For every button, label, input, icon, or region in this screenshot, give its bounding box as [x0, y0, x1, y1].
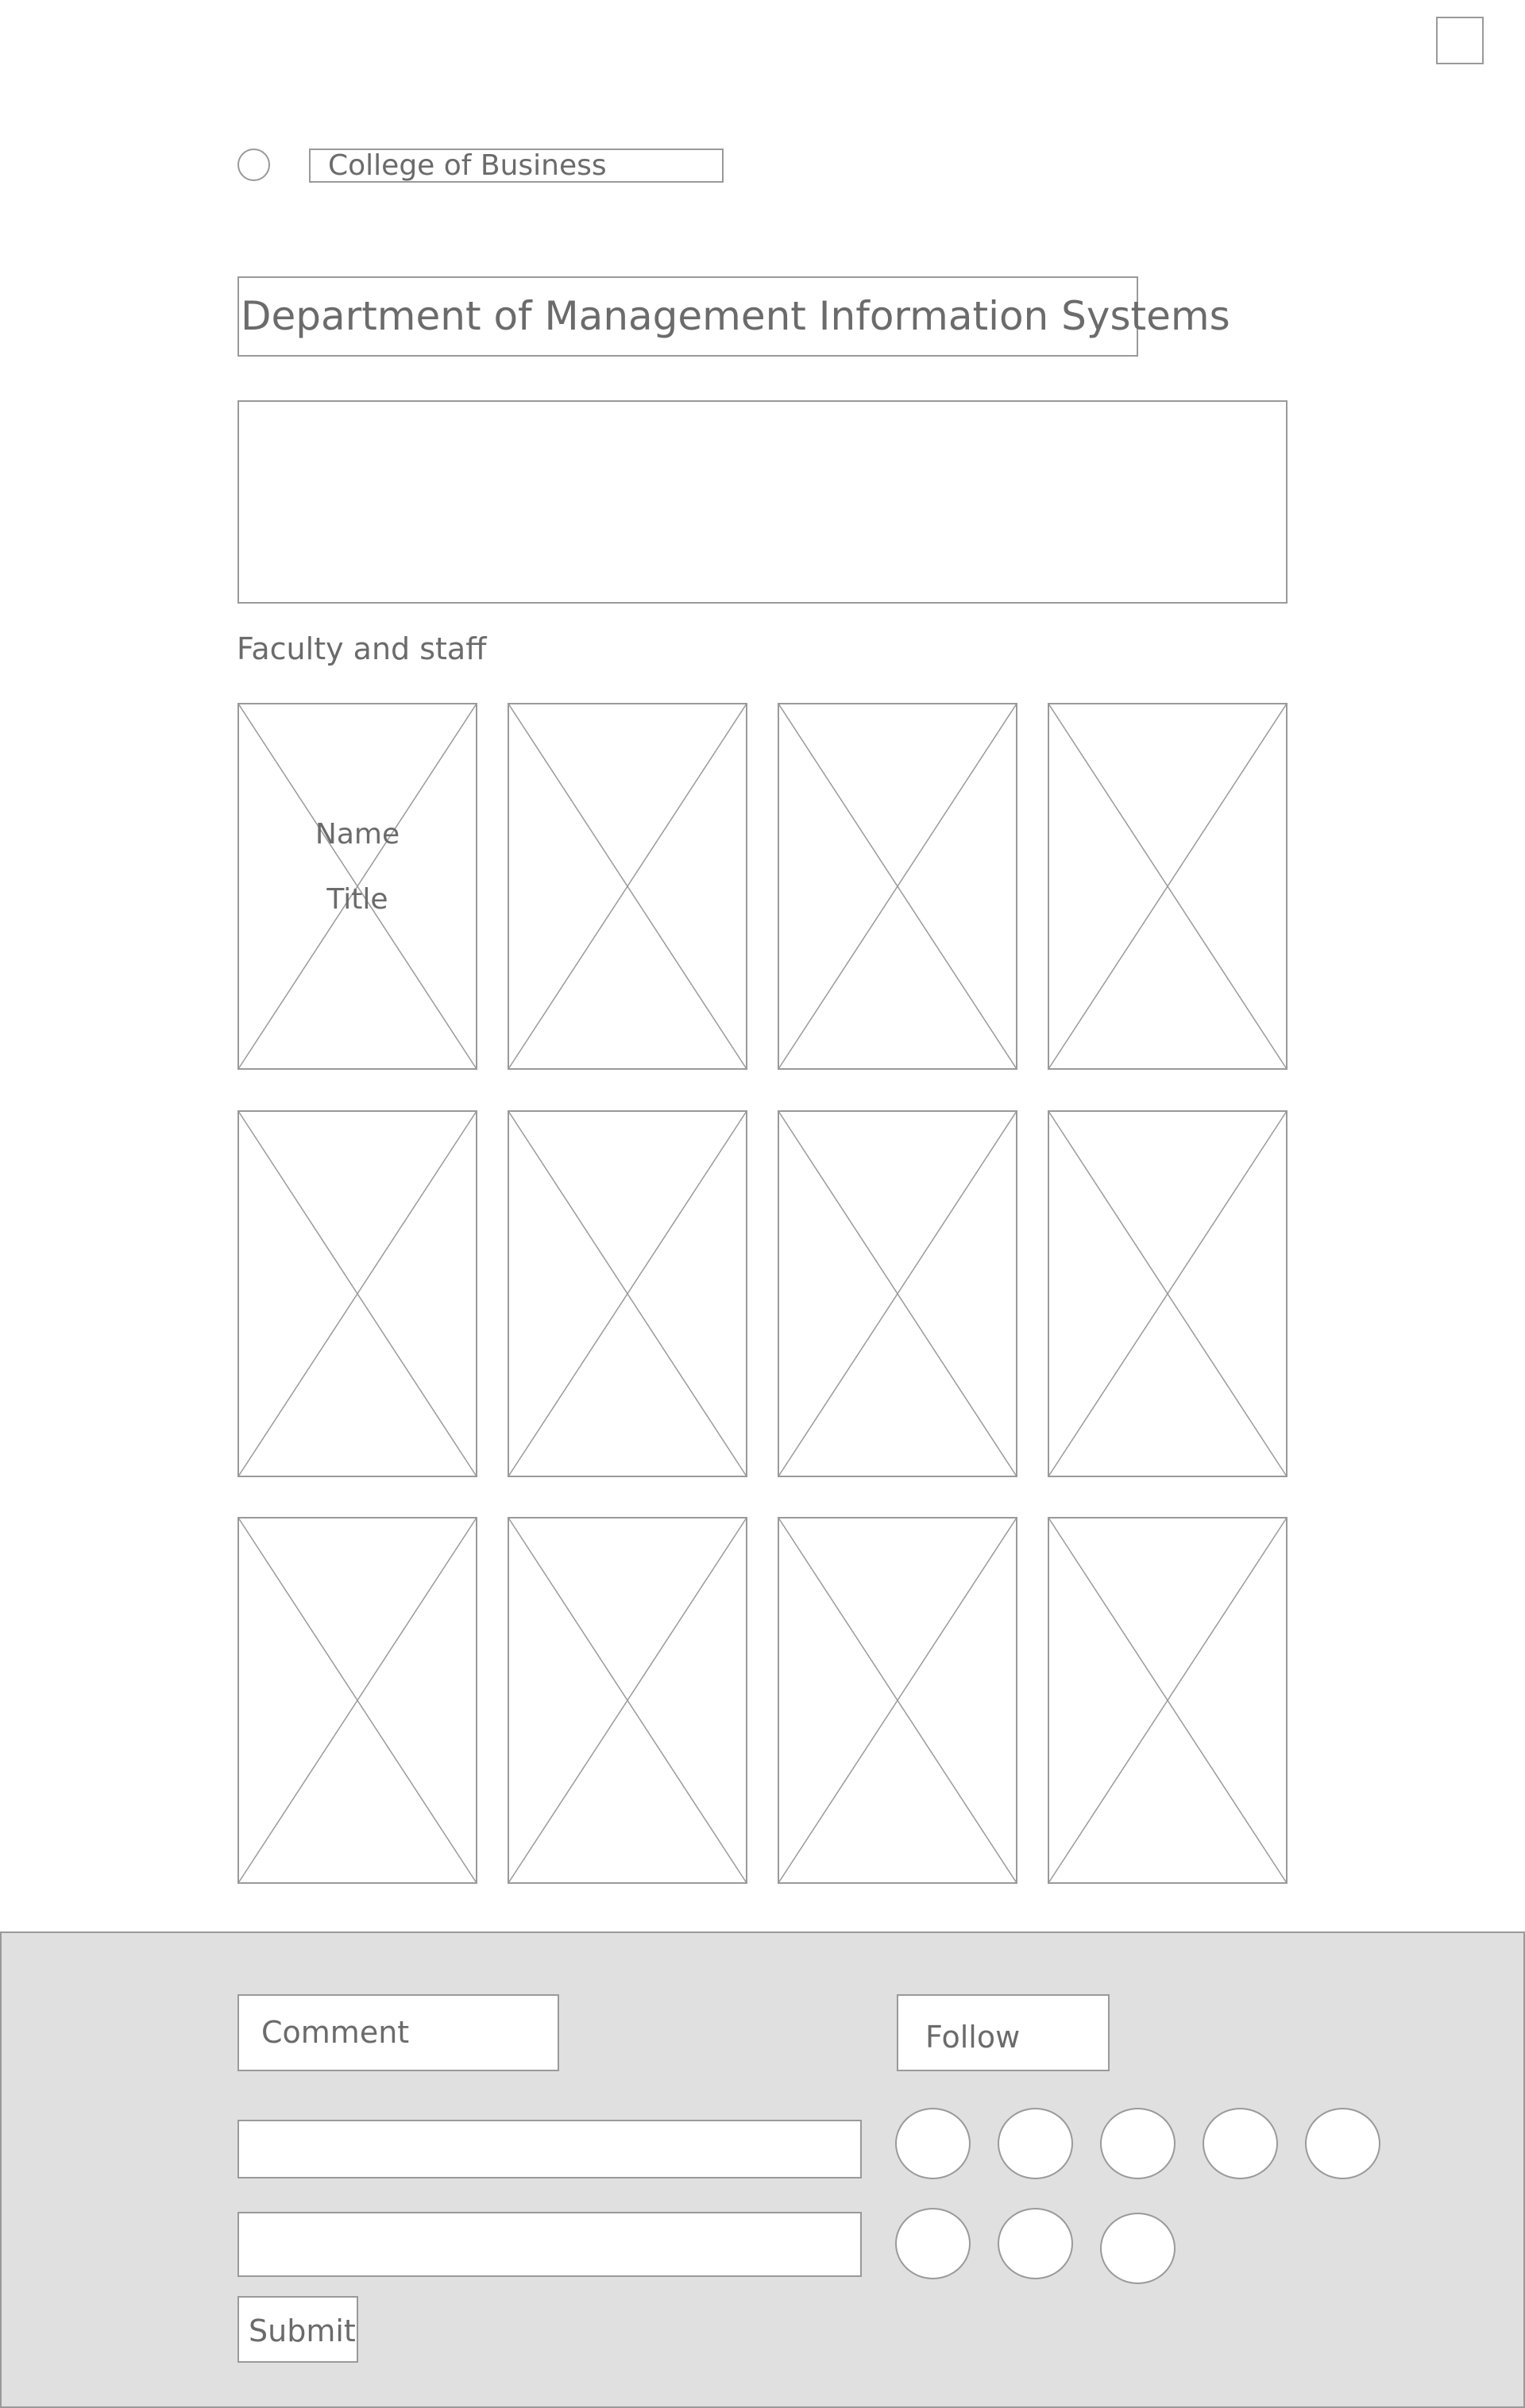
image-placeholder-icon — [778, 1517, 1017, 1884]
comment-text-field[interactable] — [237, 2212, 862, 2277]
faculty-card[interactable] — [1048, 703, 1288, 1070]
image-placeholder-icon — [508, 1110, 747, 1477]
social-icon-5[interactable] — [1305, 2108, 1380, 2179]
logo-icon — [237, 149, 270, 181]
faculty-title: Title — [326, 883, 388, 916]
college-label[interactable]: College of Business — [309, 149, 724, 183]
image-placeholder-icon — [508, 1517, 747, 1884]
faculty-card[interactable] — [1048, 1517, 1288, 1884]
faculty-card[interactable] — [237, 1110, 477, 1477]
comment-button[interactable]: Comment — [237, 1994, 559, 2071]
faculty-card[interactable] — [508, 703, 747, 1070]
hero-banner — [237, 400, 1288, 604]
image-placeholder-icon — [1048, 703, 1288, 1070]
social-icon-4[interactable] — [1203, 2108, 1278, 2179]
image-placeholder-icon — [778, 1110, 1017, 1477]
section-heading: Faculty and staff — [237, 631, 487, 666]
follow-button[interactable]: Follow — [897, 1994, 1110, 2071]
faculty-card[interactable] — [508, 1110, 747, 1477]
image-placeholder-icon — [237, 1110, 477, 1477]
menu-button[interactable] — [1436, 17, 1484, 64]
faculty-card[interactable]: Name Title — [237, 703, 477, 1070]
faculty-card[interactable] — [1048, 1110, 1288, 1477]
image-placeholder-icon — [237, 1517, 477, 1884]
social-icon-7[interactable] — [998, 2208, 1073, 2279]
image-placeholder-icon — [778, 703, 1017, 1070]
faculty-card[interactable] — [778, 1517, 1017, 1884]
social-icon-6[interactable] — [895, 2208, 971, 2279]
faculty-card[interactable] — [237, 1517, 477, 1884]
faculty-card[interactable] — [778, 1110, 1017, 1477]
social-icon-3[interactable] — [1100, 2108, 1176, 2179]
image-placeholder-icon — [508, 703, 747, 1070]
comment-name-field[interactable] — [237, 2120, 862, 2178]
faculty-card[interactable] — [508, 1517, 747, 1884]
page-title: Department of Management Information Sys… — [237, 276, 1230, 357]
image-placeholder-icon — [1048, 1517, 1288, 1884]
social-icon-2[interactable] — [998, 2108, 1073, 2179]
faculty-card[interactable] — [778, 703, 1017, 1070]
submit-button[interactable]: Submit — [237, 2296, 358, 2363]
faculty-name: Name — [315, 818, 400, 851]
social-icon-1[interactable] — [895, 2108, 971, 2179]
social-icon-8[interactable] — [1100, 2213, 1176, 2284]
image-placeholder-icon — [1048, 1110, 1288, 1477]
